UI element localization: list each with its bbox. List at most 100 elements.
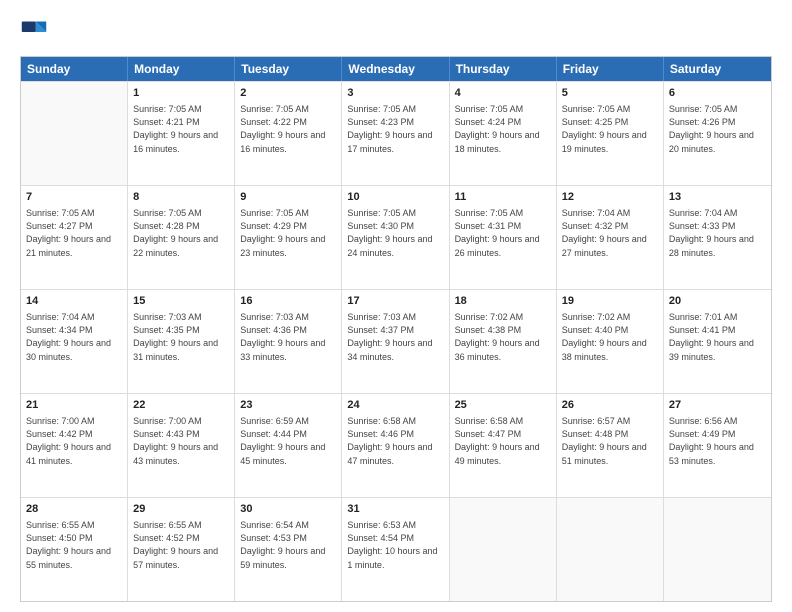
cell-date-number: 29	[133, 502, 229, 517]
cell-date-number: 23	[240, 398, 336, 413]
cell-date-number: 13	[669, 190, 766, 205]
calendar-cell	[557, 498, 664, 601]
calendar-cell: 26 Sunrise: 6:57 AMSunset: 4:48 PMDayligh…	[557, 394, 664, 497]
calendar-cell: 28 Sunrise: 6:55 AMSunset: 4:50 PMDayligh…	[21, 498, 128, 601]
cell-info: Sunrise: 7:03 AMSunset: 4:36 PMDaylight:…	[240, 311, 336, 363]
calendar-row: 28 Sunrise: 6:55 AMSunset: 4:50 PMDayligh…	[21, 497, 771, 601]
calendar-cell	[664, 498, 771, 601]
cell-info: Sunrise: 6:55 AMSunset: 4:50 PMDaylight:…	[26, 519, 122, 571]
calendar-cell: 23 Sunrise: 6:59 AMSunset: 4:44 PMDayligh…	[235, 394, 342, 497]
cell-info: Sunrise: 6:55 AMSunset: 4:52 PMDaylight:…	[133, 519, 229, 571]
calendar-cell: 8Sunrise: 7:05 AMSunset: 4:28 PMDaylight…	[128, 186, 235, 289]
calendar-cell: 31 Sunrise: 6:53 AMSunset: 4:54 PMDayligh…	[342, 498, 449, 601]
cell-date-number: 31	[347, 502, 443, 517]
cell-date-number: 27	[669, 398, 766, 413]
calendar-cell: 10 Sunrise: 7:05 AMSunset: 4:30 PMDayligh…	[342, 186, 449, 289]
calendar-cell: 22 Sunrise: 7:00 AMSunset: 4:43 PMDayligh…	[128, 394, 235, 497]
cell-date-number: 10	[347, 190, 443, 205]
calendar-cell: 29 Sunrise: 6:55 AMSunset: 4:52 PMDayligh…	[128, 498, 235, 601]
cell-date-number: 12	[562, 190, 658, 205]
cell-info: Sunrise: 7:04 AMSunset: 4:34 PMDaylight:…	[26, 311, 122, 363]
cell-date-number: 21	[26, 398, 122, 413]
calendar-cell: 9 Sunrise: 7:05 AMSunset: 4:29 PMDaylight…	[235, 186, 342, 289]
calendar-cell: 2 Sunrise: 7:05 AMSunset: 4:22 PMDaylight…	[235, 82, 342, 185]
calendar-cell: 4Sunrise: 7:05 AMSunset: 4:24 PMDaylight…	[450, 82, 557, 185]
calendar-header-cell: Friday	[557, 57, 664, 81]
cell-info: Sunrise: 6:56 AMSunset: 4:49 PMDaylight:…	[669, 415, 766, 467]
cell-info: Sunrise: 7:05 AMSunset: 4:30 PMDaylight:…	[347, 207, 443, 259]
cell-date-number: 25	[455, 398, 551, 413]
calendar-cell	[21, 82, 128, 185]
cell-info: Sunrise: 7:05 AMSunset: 4:22 PMDaylight:…	[240, 103, 336, 155]
header	[20, 18, 772, 46]
calendar-cell: 25 Sunrise: 6:58 AMSunset: 4:47 PMDayligh…	[450, 394, 557, 497]
cell-date-number: 28	[26, 502, 122, 517]
cell-info: Sunrise: 7:03 AMSunset: 4:35 PMDaylight:…	[133, 311, 229, 363]
cell-info: Sunrise: 6:53 AMSunset: 4:54 PMDaylight:…	[347, 519, 443, 571]
calendar-cell: 1Sunrise: 7:05 AMSunset: 4:21 PMDaylight…	[128, 82, 235, 185]
calendar-cell: 16 Sunrise: 7:03 AMSunset: 4:36 PMDayligh…	[235, 290, 342, 393]
calendar-header-cell: Tuesday	[235, 57, 342, 81]
cell-date-number: 26	[562, 398, 658, 413]
cell-date-number: 19	[562, 294, 658, 309]
cell-info: Sunrise: 7:00 AMSunset: 4:42 PMDaylight:…	[26, 415, 122, 467]
calendar-header-cell: Monday	[128, 57, 235, 81]
cell-date-number: 6	[669, 86, 766, 101]
cell-info: Sunrise: 6:58 AMSunset: 4:46 PMDaylight:…	[347, 415, 443, 467]
cell-info: Sunrise: 7:03 AMSunset: 4:37 PMDaylight:…	[347, 311, 443, 363]
cell-date-number: 8	[133, 190, 229, 205]
cell-date-number: 20	[669, 294, 766, 309]
calendar-cell: 24 Sunrise: 6:58 AMSunset: 4:46 PMDayligh…	[342, 394, 449, 497]
cell-date-number: 11	[455, 190, 551, 205]
calendar-body: 1Sunrise: 7:05 AMSunset: 4:21 PMDaylight…	[21, 81, 771, 601]
cell-info: Sunrise: 7:05 AMSunset: 4:23 PMDaylight:…	[347, 103, 443, 155]
cell-date-number: 16	[240, 294, 336, 309]
cell-date-number: 17	[347, 294, 443, 309]
cell-info: Sunrise: 7:05 AMSunset: 4:29 PMDaylight:…	[240, 207, 336, 259]
cell-info: Sunrise: 6:58 AMSunset: 4:47 PMDaylight:…	[455, 415, 551, 467]
cell-info: Sunrise: 7:02 AMSunset: 4:40 PMDaylight:…	[562, 311, 658, 363]
calendar-cell: 19 Sunrise: 7:02 AMSunset: 4:40 PMDayligh…	[557, 290, 664, 393]
calendar-cell: 5Sunrise: 7:05 AMSunset: 4:25 PMDaylight…	[557, 82, 664, 185]
cell-info: Sunrise: 7:02 AMSunset: 4:38 PMDaylight:…	[455, 311, 551, 363]
logo	[20, 18, 52, 46]
calendar-cell: 11 Sunrise: 7:05 AMSunset: 4:31 PMDayligh…	[450, 186, 557, 289]
calendar-header-cell: Sunday	[21, 57, 128, 81]
cell-date-number: 9	[240, 190, 336, 205]
cell-date-number: 18	[455, 294, 551, 309]
calendar-cell	[450, 498, 557, 601]
page: SundayMondayTuesdayWednesdayThursdayFrid…	[0, 0, 792, 612]
cell-date-number: 30	[240, 502, 336, 517]
calendar: SundayMondayTuesdayWednesdayThursdayFrid…	[20, 56, 772, 602]
calendar-row: 14 Sunrise: 7:04 AMSunset: 4:34 PMDayligh…	[21, 289, 771, 393]
cell-date-number: 3	[347, 86, 443, 101]
calendar-cell: 13 Sunrise: 7:04 AMSunset: 4:33 PMDayligh…	[664, 186, 771, 289]
cell-date-number: 5	[562, 86, 658, 101]
cell-info: Sunrise: 7:05 AMSunset: 4:24 PMDaylight:…	[455, 103, 551, 155]
cell-date-number: 14	[26, 294, 122, 309]
cell-date-number: 22	[133, 398, 229, 413]
cell-info: Sunrise: 6:59 AMSunset: 4:44 PMDaylight:…	[240, 415, 336, 467]
calendar-cell: 6 Sunrise: 7:05 AMSunset: 4:26 PMDaylight…	[664, 82, 771, 185]
cell-date-number: 2	[240, 86, 336, 101]
cell-info: Sunrise: 6:57 AMSunset: 4:48 PMDaylight:…	[562, 415, 658, 467]
calendar-row: 1Sunrise: 7:05 AMSunset: 4:21 PMDaylight…	[21, 81, 771, 185]
calendar-header-cell: Wednesday	[342, 57, 449, 81]
calendar-cell: 27 Sunrise: 6:56 AMSunset: 4:49 PMDayligh…	[664, 394, 771, 497]
cell-info: Sunrise: 7:05 AMSunset: 4:31 PMDaylight:…	[455, 207, 551, 259]
cell-info: Sunrise: 7:04 AMSunset: 4:33 PMDaylight:…	[669, 207, 766, 259]
calendar-cell: 21 Sunrise: 7:00 AMSunset: 4:42 PMDayligh…	[21, 394, 128, 497]
cell-info: Sunrise: 7:05 AMSunset: 4:26 PMDaylight:…	[669, 103, 766, 155]
cell-info: Sunrise: 6:54 AMSunset: 4:53 PMDaylight:…	[240, 519, 336, 571]
calendar-cell: 12 Sunrise: 7:04 AMSunset: 4:32 PMDayligh…	[557, 186, 664, 289]
cell-date-number: 1	[133, 86, 229, 101]
cell-info: Sunrise: 7:04 AMSunset: 4:32 PMDaylight:…	[562, 207, 658, 259]
cell-info: Sunrise: 7:00 AMSunset: 4:43 PMDaylight:…	[133, 415, 229, 467]
calendar-header-cell: Thursday	[450, 57, 557, 81]
calendar-cell: 30 Sunrise: 6:54 AMSunset: 4:53 PMDayligh…	[235, 498, 342, 601]
calendar-cell: 14 Sunrise: 7:04 AMSunset: 4:34 PMDayligh…	[21, 290, 128, 393]
calendar-cell: 7Sunrise: 7:05 AMSunset: 4:27 PMDaylight…	[21, 186, 128, 289]
calendar-cell: 18 Sunrise: 7:02 AMSunset: 4:38 PMDayligh…	[450, 290, 557, 393]
cell-date-number: 24	[347, 398, 443, 413]
cell-date-number: 7	[26, 190, 122, 205]
